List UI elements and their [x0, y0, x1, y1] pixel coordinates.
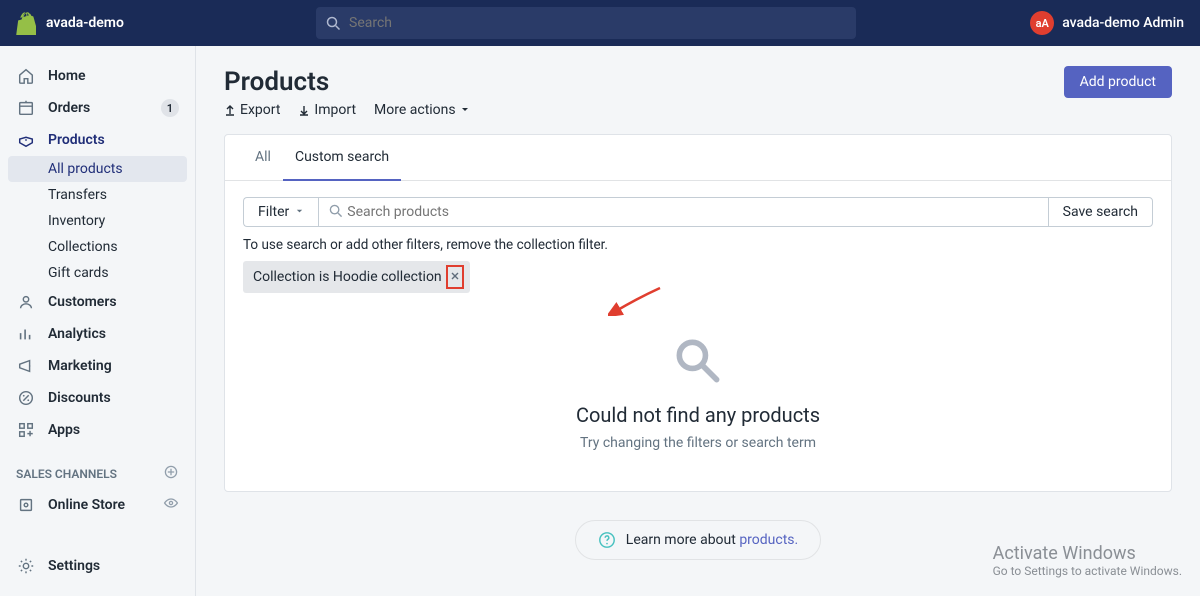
sidebar-nav: Home Orders 1 Products All productsTransfers… [0, 46, 195, 544]
store-name: avada-demo [46, 15, 124, 31]
settings-label: Settings [48, 558, 100, 574]
main-content: Products Add product Export Import More … [196, 46, 1200, 596]
sidebar-item-home[interactable]: Home [0, 60, 195, 92]
search-products-input[interactable] [343, 198, 1037, 226]
sidebar-item-analytics[interactable]: Analytics [0, 318, 195, 350]
sidebar-item-customers[interactable]: Customers [0, 286, 195, 318]
sidebar-item-label: Products [48, 132, 105, 148]
filter-helper-text: To use search or add other filters, remo… [225, 227, 1171, 261]
topbar: avada-demo aA avada-demo Admin [0, 0, 1200, 46]
discounts-icon [16, 388, 36, 408]
search-icon [326, 16, 341, 31]
save-search-button[interactable]: Save search [1048, 197, 1153, 227]
orders-icon [16, 98, 36, 118]
learn-more-text: Learn more about products. [626, 532, 798, 548]
sidebar-item-label: Marketing [48, 358, 112, 374]
badge: 1 [161, 99, 179, 117]
sidebar-subitem-gift-cards[interactable]: Gift cards [0, 260, 195, 286]
import-icon [298, 104, 310, 116]
search-large-icon [225, 333, 1171, 389]
section-label: SALES CHANNELS [16, 467, 117, 481]
store-icon [16, 495, 36, 515]
sidebar-item-products[interactable]: Products [0, 124, 195, 156]
caret-down-icon [460, 105, 470, 115]
more-actions[interactable]: More actions [374, 102, 470, 118]
add-product-button[interactable]: Add product [1064, 66, 1172, 98]
watermark-title: Activate Windows [993, 543, 1182, 564]
sidebar-item-marketing[interactable]: Marketing [0, 350, 195, 382]
filter-chip-collection: Collection is Hoodie collection [243, 261, 470, 293]
channel-label: Online Store [48, 497, 125, 513]
channel-online-store[interactable]: Online Store [0, 489, 195, 521]
export-icon [224, 104, 236, 116]
windows-activation-watermark: Activate Windows Go to Settings to activ… [993, 543, 1182, 578]
apps-icon [16, 420, 36, 440]
learn-more-pill[interactable]: Learn more about products. [575, 520, 821, 560]
empty-state: Could not find any products Try changing… [225, 311, 1171, 491]
sidebar-item-orders[interactable]: Orders 1 [0, 92, 195, 124]
caret-down-icon [295, 204, 304, 220]
sidebar-subitem-inventory[interactable]: Inventory [0, 208, 195, 234]
shopify-logo-icon [16, 12, 36, 35]
sidebar-subitem-all-products[interactable]: All products [8, 156, 187, 182]
export-action[interactable]: Export [224, 102, 280, 118]
tab-all[interactable]: All [243, 135, 283, 180]
sidebar-item-apps[interactable]: Apps [0, 414, 195, 446]
export-label: Export [240, 102, 280, 118]
tab-custom-search[interactable]: Custom search [283, 135, 401, 181]
empty-subtitle: Try changing the filters or search term [225, 435, 1171, 451]
import-label: Import [314, 102, 356, 118]
filter-chip-label: Collection is Hoodie collection [253, 269, 442, 285]
sidebar-subitem-collections[interactable]: Collections [0, 234, 195, 260]
sidebar-subitem-transfers[interactable]: Transfers [0, 182, 195, 208]
global-search[interactable] [316, 7, 856, 39]
sidebar-item-label: Home [48, 68, 86, 84]
sidebar-item-discounts[interactable]: Discounts [0, 382, 195, 414]
add-channel-button[interactable] [163, 464, 179, 483]
close-icon [450, 269, 460, 285]
search-icon [329, 203, 343, 222]
more-actions-label: More actions [374, 102, 456, 118]
avatar: aA [1030, 11, 1054, 35]
admin-name: avada-demo Admin [1062, 15, 1184, 31]
products-help-link[interactable]: products. [739, 532, 798, 548]
analytics-icon [16, 324, 36, 344]
tabs: AllCustom search [225, 135, 1171, 181]
sidebar-item-label: Apps [48, 422, 80, 438]
topbar-user[interactable]: aA avada-demo Admin [1030, 11, 1184, 35]
page-title: Products [224, 67, 329, 97]
question-circle-icon [598, 531, 616, 549]
marketing-icon [16, 356, 36, 376]
products-card: AllCustom search Filter Save search To u… [224, 134, 1172, 492]
remove-filter-button[interactable] [446, 265, 464, 289]
sidebar-item-label: Analytics [48, 326, 106, 342]
empty-title: Could not find any products [225, 403, 1171, 427]
sales-channels-header: SALES CHANNELS [0, 446, 195, 489]
watermark-sub: Go to Settings to activate Windows. [993, 564, 1182, 578]
search-products-wrap[interactable] [318, 197, 1047, 227]
filter-button[interactable]: Filter [243, 197, 318, 227]
sidebar-settings[interactable]: Settings [0, 544, 195, 596]
sidebar-item-label: Orders [48, 100, 90, 116]
sidebar: Home Orders 1 Products All productsTransfers… [0, 46, 196, 596]
import-action[interactable]: Import [298, 102, 356, 118]
home-icon [16, 66, 36, 86]
gear-icon [16, 556, 36, 576]
global-search-input[interactable] [349, 15, 846, 31]
filter-label: Filter [258, 204, 289, 220]
customers-icon [16, 292, 36, 312]
sidebar-item-label: Customers [48, 294, 117, 310]
eye-icon[interactable] [163, 495, 179, 515]
products-icon [16, 130, 36, 150]
sidebar-item-label: Discounts [48, 390, 111, 406]
